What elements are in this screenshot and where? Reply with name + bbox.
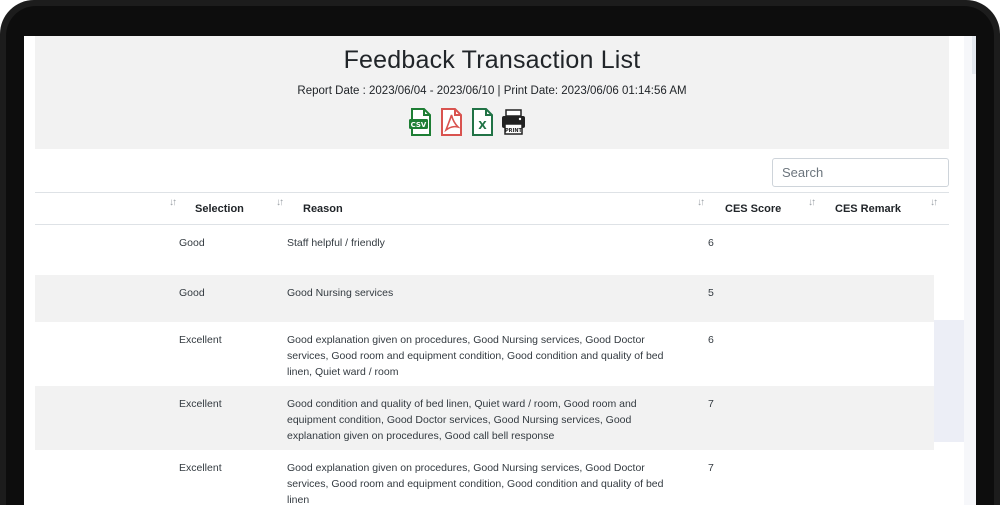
column-header-ces-remark[interactable]: CES Remark [835,193,901,225]
csv-export-icon[interactable]: CSV [408,108,433,136]
selection-cell: Excellent [179,334,222,346]
reason-cell: Good explanation given on procedures, Go… [287,334,664,378]
column-header-reason[interactable]: Reason [303,193,343,225]
column-header-ces-score[interactable]: CES Score [725,193,781,225]
selection-cell: Good [179,237,205,249]
ces-score-cell: 6 [708,334,714,346]
ces-score-cell: 5 [708,287,714,299]
screen-right-margin [964,36,976,505]
screen-left-margin [24,36,34,505]
pdf-export-icon[interactable] [439,108,464,136]
ces-score-cell: 7 [708,398,714,410]
column-header-selection[interactable]: Selection [195,193,244,225]
selection-cell: Good [179,287,205,299]
sort-icon[interactable]: ↓↑ [169,197,177,208]
print-icon-label: PRINT [505,128,523,134]
right-edge-band [934,320,964,442]
reason-cell: Good Nursing services [287,287,394,299]
selection-cell: Excellent [179,398,222,410]
table-row[interactable]: Good Good Nursing services 5 [35,275,934,322]
ces-score-cell: 7 [708,462,714,474]
ces-score-cell: 6 [708,237,714,249]
report-header: Feedback Transaction List Report Date : … [35,36,949,149]
csv-icon-label: CSV [411,121,427,129]
selection-cell: Excellent [179,462,222,474]
excel-icon-label: X [478,119,487,132]
excel-export-icon[interactable]: X [470,108,495,136]
table-row[interactable]: Good Staff helpful / friendly 6 [35,225,934,275]
screen: Feedback Transaction List Report Date : … [24,36,976,505]
sort-icon[interactable]: ↓↑ [808,197,816,208]
export-toolbar: CSV X PRINT [408,108,526,136]
search-input[interactable] [772,158,949,187]
table-row[interactable]: Excellent Good explanation given on proc… [35,322,934,386]
sort-icon[interactable]: ↓↑ [930,197,938,208]
table-row[interactable]: Excellent Good explanation given on proc… [35,450,934,505]
table-header: ↓↑ Selection ↓↑ Reason ↓↑ CES Score ↓↑ C… [35,192,949,225]
print-icon[interactable]: PRINT [501,108,526,136]
reason-cell: Good explanation given on procedures, Go… [287,462,664,505]
sort-icon[interactable]: ↓↑ [697,197,705,208]
table-row[interactable]: Excellent Good condition and quality of … [35,386,934,450]
page-title: Feedback Transaction List [343,46,641,74]
sort-icon[interactable]: ↓↑ [276,197,284,208]
right-edge-accent [972,36,976,74]
report-dates: Report Date : 2023/06/04 - 2023/06/10 | … [297,85,687,97]
reason-cell: Good condition and quality of bed linen,… [287,398,637,442]
reason-cell: Staff helpful / friendly [287,237,385,249]
